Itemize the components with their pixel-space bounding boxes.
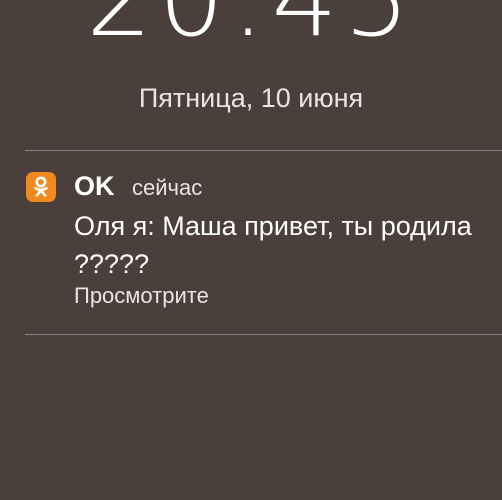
notification-view-action[interactable]: Просмотрите	[74, 282, 209, 310]
notification-card[interactable]: OK сейчас Оля я: Маша привет, ты родила …	[0, 151, 502, 334]
notification-app-name: OK	[74, 171, 115, 201]
odnoklassniki-icon	[26, 172, 56, 202]
lock-screen-clock: 20:45	[0, 0, 502, 54]
notification-divider-bottom	[25, 334, 502, 335]
notification-message: Оля я: Маша привет, ты родила ?????	[74, 211, 472, 279]
notification-time: сейчас	[132, 175, 203, 200]
lock-screen-date: Пятница, 10 июня	[138, 83, 364, 113]
